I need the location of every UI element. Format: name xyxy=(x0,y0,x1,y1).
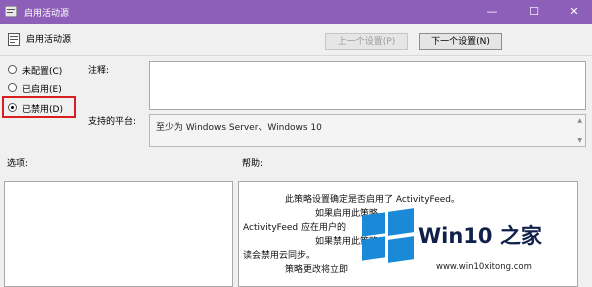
options-label: 选项: xyxy=(7,159,29,169)
scroll-down-icon[interactable]: ▼ xyxy=(577,137,582,144)
scroll-up-icon[interactable]: ▲ xyxy=(577,117,582,124)
windows-logo-icon xyxy=(362,208,414,263)
close-button[interactable]: ✕ xyxy=(554,0,592,24)
help-text-line: 读会禁用云同步。 xyxy=(243,251,316,261)
window-title: 启用活动源 xyxy=(24,9,70,19)
help-text-line: 策略更改将立即 xyxy=(285,265,349,275)
supported-on-value: 至少为 Windows Server、Windows 10 xyxy=(156,123,322,133)
help-text-line: ActivityFeed 应在用户的 xyxy=(243,223,346,233)
title-bar: 启用活动源 — ☐ ✕ xyxy=(0,0,592,24)
watermark-url: www.win10xitong.com xyxy=(436,262,532,272)
options-panel xyxy=(4,181,233,287)
watermark-brand: Win10 之家 xyxy=(418,224,542,248)
radio-circle[interactable] xyxy=(8,83,17,92)
minimize-button[interactable]: — xyxy=(472,0,512,24)
header-divider xyxy=(0,55,592,56)
policy-setting-icon xyxy=(8,33,20,46)
previous-setting-button[interactable]: 上一个设置(P) xyxy=(325,33,408,50)
radio-circle[interactable] xyxy=(8,65,17,74)
watermark: Win10 之家 www.win10xitong.com xyxy=(358,208,588,287)
help-text-line: 此策略设置确定是否启用了 ActivityFeed。 xyxy=(285,195,460,205)
supported-on-field: 至少为 Windows Server、Windows 10 ▲ ▼ xyxy=(149,114,586,147)
selection-highlight-box xyxy=(2,96,76,118)
comment-label: 注释: xyxy=(88,66,110,76)
policy-title: 启用活动源 xyxy=(26,35,72,45)
help-label: 帮助: xyxy=(242,159,264,169)
policy-app-icon xyxy=(5,6,17,17)
next-setting-button[interactable]: 下一个设置(N) xyxy=(419,33,502,50)
radio-not-configured-label: 未配置(C) xyxy=(22,67,63,77)
comment-textarea[interactable] xyxy=(149,61,586,110)
maximize-button[interactable]: ☐ xyxy=(514,0,554,24)
radio-enabled-label: 已启用(E) xyxy=(22,85,62,95)
supported-on-label: 支持的平台: xyxy=(88,117,137,127)
